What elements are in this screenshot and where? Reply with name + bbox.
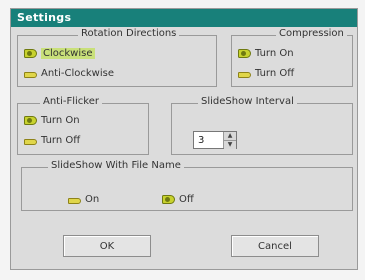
anti-flicker-legend: Anti-Flicker — [40, 96, 102, 107]
settings-dialog: Settings Rotation Directions Clockwise A… — [10, 8, 358, 270]
radio-unselected-icon — [68, 197, 81, 204]
slideshow-interval-spinbox[interactable]: 3 ▲ ▼ — [193, 131, 237, 149]
anti-flicker-on-label: Turn On — [41, 114, 80, 126]
anti-flicker-on-option[interactable]: Turn On — [24, 113, 80, 127]
compression-on-label: Turn On — [255, 47, 294, 59]
cancel-button[interactable]: Cancel — [231, 235, 319, 257]
rotation-directions-group: Rotation Directions Clockwise Anti-Clock… — [17, 28, 217, 87]
anti-flicker-group: Anti-Flicker Turn On Turn Off — [17, 96, 149, 155]
radio-unselected-icon — [238, 71, 251, 78]
spin-up-icon[interactable]: ▲ — [224, 132, 236, 140]
slideshow-filename-off-label: Off — [179, 193, 194, 205]
anti-flicker-off-label: Turn Off — [41, 134, 81, 146]
slideshow-filename-off-option[interactable]: Off — [162, 192, 194, 206]
radio-unselected-icon — [24, 138, 37, 145]
rotation-clockwise-option[interactable]: Clockwise — [24, 46, 95, 60]
radio-selected-icon — [24, 48, 37, 58]
compression-off-option[interactable]: Turn Off — [238, 66, 294, 80]
slideshow-filename-group: SlideShow With File Name On Off — [21, 160, 353, 211]
rotation-anticlockwise-option[interactable]: Anti-Clockwise — [24, 66, 114, 80]
slideshow-filename-legend: SlideShow With File Name — [48, 160, 184, 171]
slideshow-interval-value: 3 — [198, 134, 205, 146]
radio-selected-icon — [238, 48, 251, 58]
spin-down-icon[interactable]: ▼ — [224, 140, 236, 149]
slideshow-filename-on-label: On — [85, 193, 100, 205]
slideshow-filename-on-option[interactable]: On — [68, 192, 99, 206]
ok-button[interactable]: OK — [63, 235, 151, 257]
radio-unselected-icon — [24, 71, 37, 78]
dialog-title: Settings — [11, 9, 357, 27]
compression-on-option[interactable]: Turn On — [238, 46, 294, 60]
compression-legend: Compression — [276, 28, 347, 39]
rotation-clockwise-label: Clockwise — [41, 47, 95, 59]
radio-selected-icon — [24, 115, 37, 125]
spin-arrows[interactable]: ▲ ▼ — [223, 132, 236, 149]
radio-selected-icon — [162, 194, 175, 204]
rotation-anticlockwise-label: Anti-Clockwise — [41, 67, 114, 79]
slideshow-interval-legend: SlideShow Interval — [198, 96, 297, 107]
compression-off-label: Turn Off — [255, 67, 295, 79]
compression-group: Compression Turn On Turn Off — [231, 28, 353, 87]
anti-flicker-off-option[interactable]: Turn Off — [24, 133, 80, 147]
rotation-directions-legend: Rotation Directions — [78, 28, 180, 39]
